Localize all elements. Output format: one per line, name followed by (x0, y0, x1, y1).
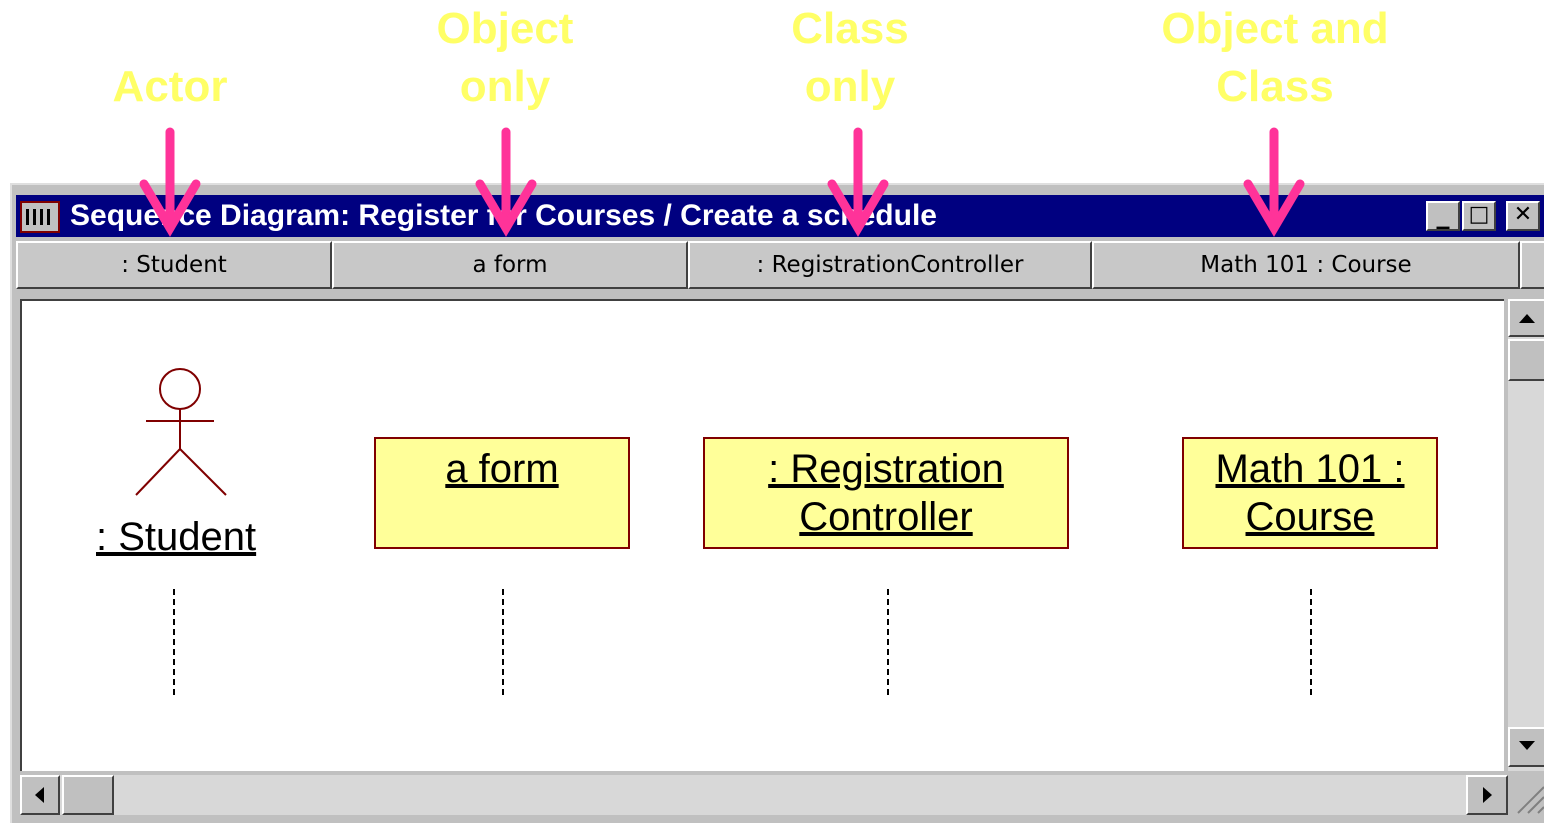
object-registration-controller[interactable]: : Registration Controller (703, 437, 1069, 549)
horizontal-scrollbar[interactable] (20, 775, 1508, 815)
header-math-101-course[interactable]: Math 101 : Course (1092, 241, 1520, 289)
object-math-101-course[interactable]: Math 101 : Course (1182, 437, 1438, 549)
header-a-form[interactable]: a form (332, 241, 688, 289)
arrow-up-icon (1519, 314, 1535, 323)
resize-grip-icon[interactable] (1508, 775, 1544, 815)
diagram-canvas[interactable]: : Student a form : Registration Controll… (20, 299, 1504, 771)
object-a-form[interactable]: a form (374, 437, 630, 549)
object-label-line1: : Registration (768, 447, 1004, 491)
arrow-left-icon (35, 787, 44, 803)
scroll-left-button[interactable] (20, 775, 60, 815)
callout-arrows (139, 127, 1305, 237)
arrow-down-icon (139, 127, 201, 237)
vertical-scrollbar[interactable] (1508, 299, 1544, 771)
stick-figure-icon[interactable] (128, 363, 238, 503)
horizontal-scroll-thumb[interactable] (62, 775, 114, 815)
arrow-right-icon (1483, 787, 1492, 803)
scroll-down-button[interactable] (1508, 727, 1544, 767)
scroll-up-button[interactable] (1508, 299, 1544, 337)
actor-label[interactable]: : Student (96, 515, 256, 560)
arrow-down-icon (1243, 127, 1305, 237)
a-form-lifeline (502, 589, 504, 695)
lifeline-header-row: : Student a form : RegistrationControlle… (16, 241, 1544, 293)
header-student[interactable]: : Student (16, 241, 332, 289)
scroll-right-button[interactable] (1466, 775, 1508, 815)
sequence-diagram-window: Sequence Diagram: Register for Courses /… (10, 183, 1544, 823)
object-label-line1: a form (445, 447, 559, 491)
object-label-line1: Math 101 : (1215, 447, 1405, 491)
vertical-scroll-thumb[interactable] (1508, 339, 1544, 381)
header-registration-controller[interactable]: : RegistrationController (688, 241, 1092, 289)
header-empty[interactable] (1520, 241, 1544, 289)
arrow-down-icon (827, 127, 889, 237)
object-label-line2: Controller (799, 495, 973, 539)
actor-lifeline (173, 589, 175, 695)
arrow-down-icon (1519, 741, 1535, 750)
registration-controller-lifeline (887, 589, 889, 695)
arrow-down-icon (475, 127, 537, 237)
object-label-line2: Course (1245, 495, 1375, 539)
math-101-lifeline (1310, 589, 1312, 695)
